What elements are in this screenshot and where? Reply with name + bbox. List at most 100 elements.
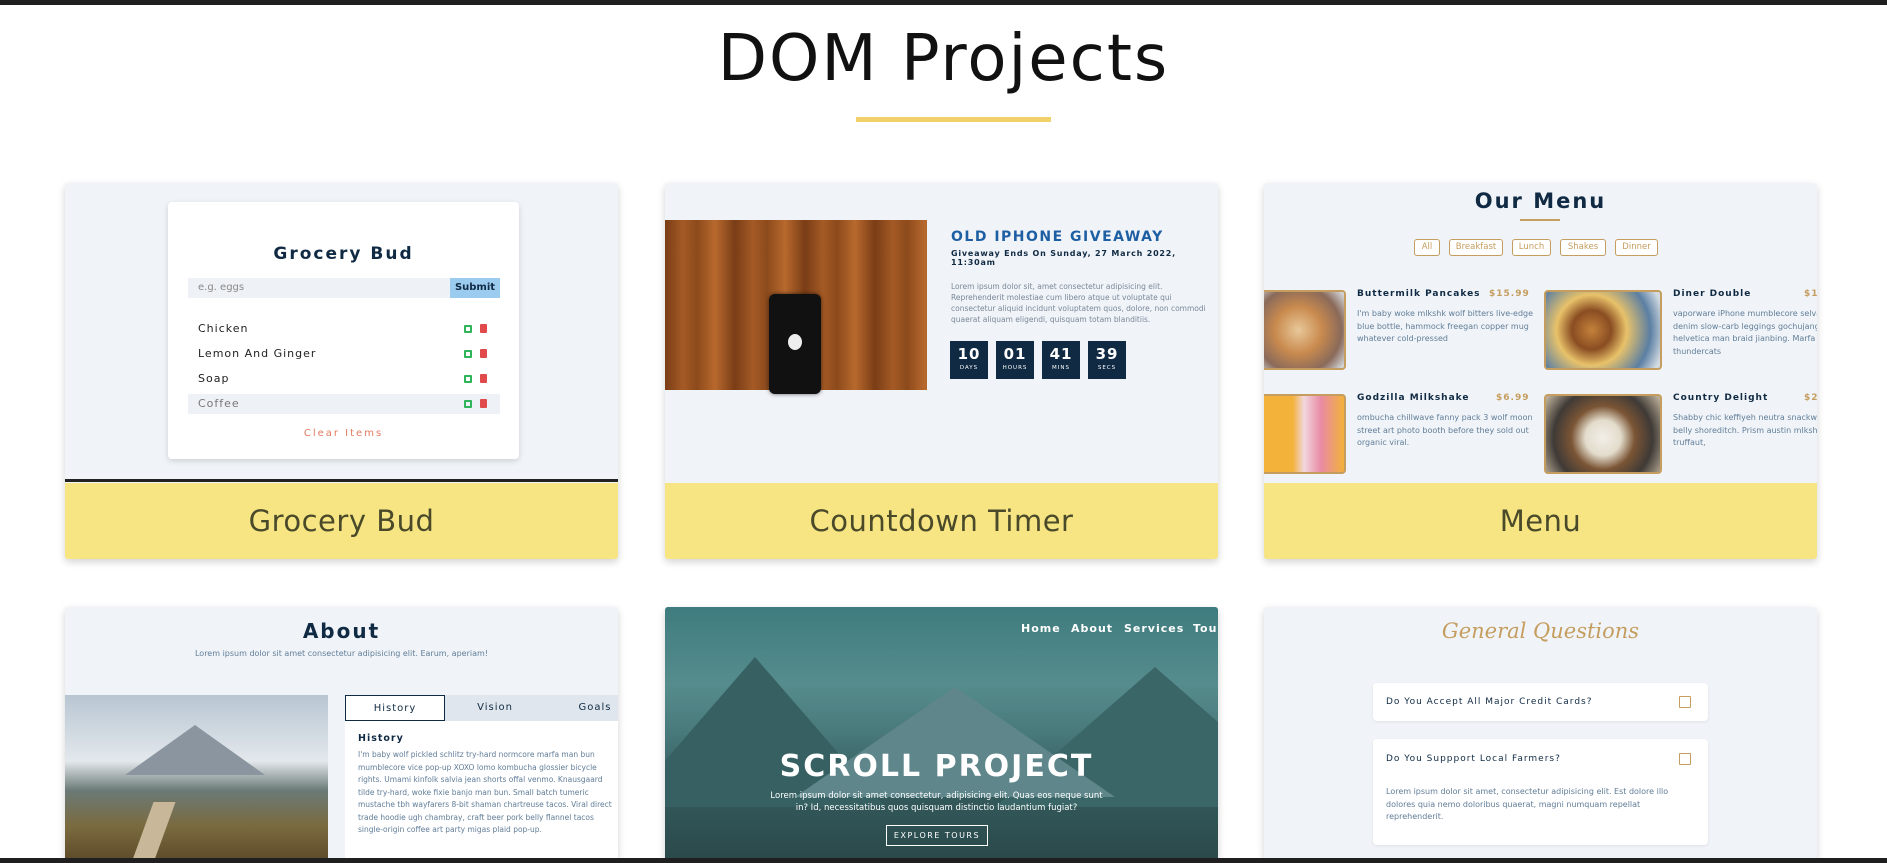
nav-link-services: Services xyxy=(1124,622,1185,635)
project-card-label[interactable]: Countdown Timer xyxy=(665,483,1218,559)
countdown-number: 10 xyxy=(957,345,981,363)
countdown-unit: MINS xyxy=(1052,365,1070,371)
menu-item-desc: I'm baby woke mlkshk wolf bitters live-e… xyxy=(1357,309,1534,343)
pancakes-photo xyxy=(1264,290,1346,370)
bottom-border xyxy=(0,858,1887,863)
countdown-number: 41 xyxy=(1049,345,1073,363)
grocery-item-label: Lemon And Ginger xyxy=(198,347,317,360)
menu-item-price: $15.99 xyxy=(1489,289,1530,299)
plus-icon xyxy=(1679,696,1691,708)
project-card-about[interactable]: About Lorem ipsum dolor sit amet consect… xyxy=(65,607,618,858)
edit-icon xyxy=(464,325,472,333)
countdown-hours: 01 HOURS xyxy=(996,341,1034,379)
grocery-submit-button: Submit xyxy=(450,278,500,298)
project-card-label[interactable]: Menu xyxy=(1264,483,1817,559)
project-card-countdown[interactable]: OLD IPHONE GIVEAWAY Giveaway Ends On Sun… xyxy=(665,183,1218,559)
iphone-image xyxy=(665,220,927,394)
countdown-secs: 39 SECS xyxy=(1088,341,1126,379)
countdown-days: 10 DAYS xyxy=(950,341,988,379)
tab-history: History xyxy=(345,695,445,721)
menu-item-name: Diner Double xyxy=(1673,289,1752,299)
milkshake-photo xyxy=(1264,394,1346,474)
countdown-unit: HOURS xyxy=(1002,365,1028,371)
project-preview: Grocery Bud e.g. eggs Submit Chicken Lem… xyxy=(65,183,618,483)
phone-graphic xyxy=(769,294,821,394)
countdown-number: 01 xyxy=(1003,345,1027,363)
menu-item-desc: ombucha chillwave fanny pack 3 wolf moon… xyxy=(1357,413,1533,447)
menu-item-price: $6.99 xyxy=(1496,393,1530,403)
mountain-graphic xyxy=(125,725,265,775)
project-preview: Our Menu All Breakfast Lunch Shakes Dinn… xyxy=(1264,183,1817,483)
giveaway-date: Giveaway Ends On Sunday, 27 March 2022, … xyxy=(951,249,1177,267)
grocery-item: Chicken xyxy=(188,319,500,339)
menu-item-price: $20.99 xyxy=(1804,393,1817,403)
grocery-item: Lemon And Ginger xyxy=(188,344,500,364)
menu-item-name: Godzilla Milkshake xyxy=(1357,393,1470,403)
countdown-number: 39 xyxy=(1095,345,1119,363)
project-card-menu[interactable]: Our Menu All Breakfast Lunch Shakes Dinn… xyxy=(1264,183,1817,559)
edit-icon xyxy=(464,400,472,408)
edit-icon xyxy=(464,375,472,383)
grocery-item-label: Soap xyxy=(198,372,230,385)
project-card-questions[interactable]: General Questions Do You Accept All Majo… xyxy=(1264,607,1817,858)
menu-item-desc: vaporware iPhone mumblecore selvage raw … xyxy=(1673,309,1817,356)
title-underline xyxy=(856,117,1051,122)
burger-photo xyxy=(1544,290,1662,370)
grocery-item-label: Coffee xyxy=(198,397,240,410)
project-card-scroll[interactable]: Home About Services Tours SCROLL PROJECT… xyxy=(665,607,1218,858)
trash-icon xyxy=(480,374,487,383)
trash-icon xyxy=(480,349,487,358)
about-tab-panel: History I'm baby wolf pickled schlitz tr… xyxy=(345,721,618,858)
countdown-unit: DAYS xyxy=(959,365,979,371)
menu-item-price: $13.99 xyxy=(1804,289,1817,299)
menu-title-underline xyxy=(1520,219,1560,221)
preview-divider xyxy=(65,479,618,482)
giveaway-text: Lorem ipsum dolor sit, amet consectetur … xyxy=(951,282,1206,324)
nav-link-home: Home xyxy=(1021,622,1061,635)
grocery-title: Grocery Bud xyxy=(273,244,414,264)
menu-title: Our Menu xyxy=(1474,189,1607,213)
question-item: Do You Suppport Local Farmers? Lorem ips… xyxy=(1373,739,1708,845)
about-panel-text: I'm baby wolf pickled schlitz try-hard n… xyxy=(358,750,612,834)
top-border xyxy=(0,0,1887,5)
breakfast-photo xyxy=(1544,394,1662,474)
project-card-label[interactable]: Grocery Bud xyxy=(65,483,618,559)
grocery-panel: Grocery Bud e.g. eggs Submit Chicken Lem… xyxy=(168,202,519,459)
menu-item-desc: Shabby chic keffiyeh neutra snackwave po… xyxy=(1673,413,1817,447)
edit-icon xyxy=(464,350,472,358)
scroll-hero-text: Lorem ipsum dolor sit amet consectetur, … xyxy=(770,791,1103,813)
grocery-input: e.g. eggs xyxy=(188,278,450,298)
section-title: DOM Projects xyxy=(717,22,1170,96)
explore-tours-button: EXPLORE TOURS xyxy=(886,825,988,846)
hero-overlay xyxy=(665,607,1218,858)
tab-vision: Vision xyxy=(445,695,545,721)
nav-link-about: About xyxy=(1071,622,1114,635)
apple-logo-icon xyxy=(788,334,802,350)
project-preview: OLD IPHONE GIVEAWAY Giveaway Ends On Sun… xyxy=(665,183,1218,483)
question-text: Do You Accept All Major Credit Cards? xyxy=(1386,697,1593,707)
filter-shakes-button: Shakes xyxy=(1560,239,1606,256)
menu-item-name: Buttermilk Pancakes xyxy=(1357,289,1481,299)
menu-item-name: Country Delight xyxy=(1673,393,1769,403)
about-subtitle: Lorem ipsum dolor sit amet consectetur a… xyxy=(194,649,488,658)
grocery-item: Soap xyxy=(188,369,500,389)
scroll-hero-title: SCROLL PROJECT xyxy=(779,749,1094,784)
grocery-item-label: Chicken xyxy=(198,322,249,335)
minus-icon xyxy=(1679,753,1691,765)
answer-text: Lorem ipsum dolor sit amet, consectetur … xyxy=(1386,787,1669,821)
tab-goals: Goals xyxy=(545,695,618,721)
countdown-mins: 41 MINS xyxy=(1042,341,1080,379)
question-item: Do You Accept All Major Credit Cards? xyxy=(1373,683,1708,721)
questions-title: General Questions xyxy=(1441,619,1640,643)
giveaway-heading: OLD IPHONE GIVEAWAY xyxy=(951,229,1164,245)
about-title: About xyxy=(302,619,381,643)
filter-dinner-button: Dinner xyxy=(1615,239,1658,256)
trash-icon xyxy=(480,324,487,333)
countdown-unit: SECS xyxy=(1097,365,1117,371)
about-panel-heading: History xyxy=(358,733,404,744)
question-text: Do You Suppport Local Farmers? xyxy=(1386,754,1561,764)
clear-items-button: Clear Items xyxy=(303,428,384,439)
project-card-grocery[interactable]: Grocery Bud e.g. eggs Submit Chicken Lem… xyxy=(65,183,618,559)
nav-link-tours: Tours xyxy=(1193,622,1218,635)
mountain-path-image xyxy=(65,695,328,858)
